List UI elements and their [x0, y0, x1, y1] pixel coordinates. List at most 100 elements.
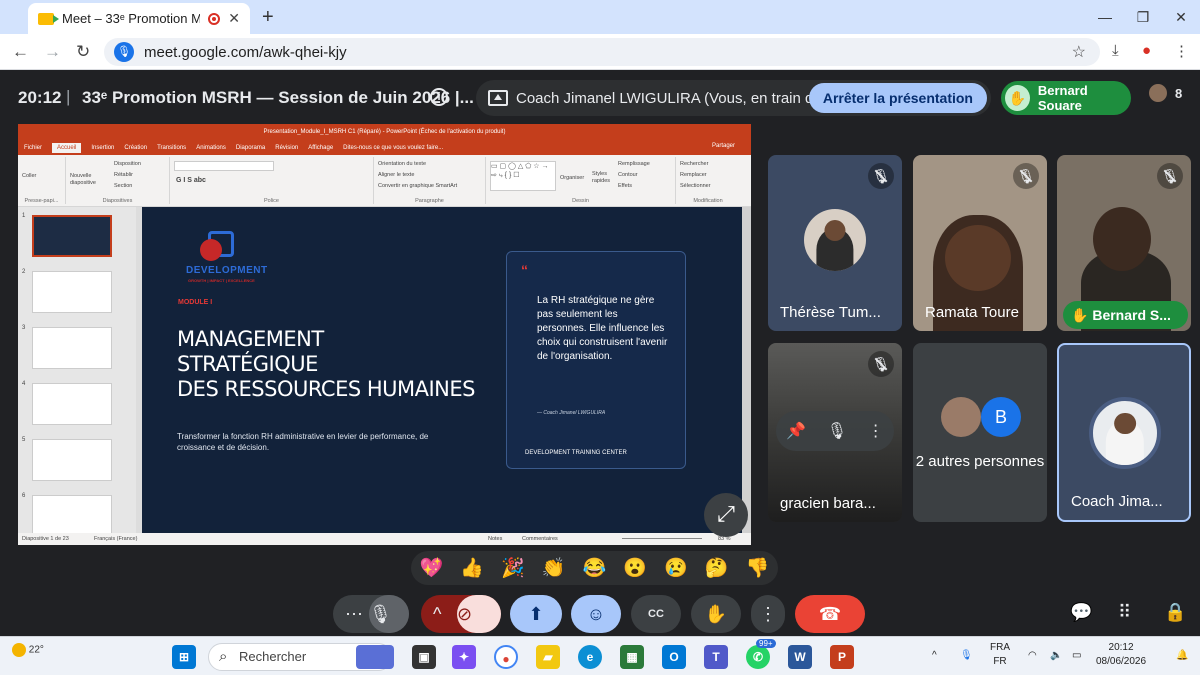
reset-button[interactable]: Rétablir: [114, 170, 141, 181]
new-slide-button[interactable]: Nouvelle diapositive: [70, 173, 108, 187]
text-direction-button[interactable]: Orientation du texte: [378, 159, 481, 170]
teams-icon[interactable]: T: [704, 645, 728, 669]
ppt-tab-affichage[interactable]: Affichage: [308, 145, 333, 151]
present-button[interactable]: ⬆: [510, 595, 562, 633]
participant-tile-gracien[interactable]: 🎙 📌 🎙 ⋮ gracien bara...: [768, 343, 902, 522]
outlook-icon[interactable]: O: [662, 645, 686, 669]
url-field[interactable]: 🎙 meet.google.com/awk-qhei-kjy ☆: [104, 38, 1100, 66]
language-status[interactable]: Français (France): [94, 533, 137, 545]
leave-call-button[interactable]: ☎: [795, 595, 865, 633]
back-icon[interactable]: ←: [12, 42, 29, 62]
notifications-icon[interactable]: 🔔: [1176, 649, 1188, 663]
weather-widget[interactable]: 22°: [12, 643, 44, 657]
font-family-select[interactable]: [174, 161, 274, 171]
participants-indicator[interactable]: 8: [1141, 82, 1182, 104]
chevron-up-icon[interactable]: ^: [932, 649, 937, 663]
slide-thumbnail-4[interactable]: [32, 383, 112, 425]
replace-button[interactable]: Remplacer: [680, 170, 736, 181]
zoom-slider[interactable]: [622, 538, 702, 539]
pin-icon[interactable]: 📌: [786, 421, 806, 441]
edge-icon[interactable]: e: [578, 645, 602, 669]
ppt-tell-me[interactable]: Dites-nous ce que vous voulez faire...: [343, 145, 443, 151]
comments-button[interactable]: Commentaires: [522, 533, 558, 545]
reaction-clap[interactable]: 👏: [542, 556, 566, 580]
reaction-thinking[interactable]: 🤔: [705, 556, 729, 580]
start-icon[interactable]: ⊞: [172, 645, 196, 669]
tab-close-icon[interactable]: ✕: [228, 10, 240, 27]
slide-thumbnail-6[interactable]: [32, 495, 112, 533]
slide-thumbnail-5[interactable]: [32, 439, 112, 481]
font-format-buttons[interactable]: G I S abc: [176, 177, 206, 184]
reaction-laugh[interactable]: 😂: [583, 556, 607, 580]
mute-participant-icon[interactable]: 🎙: [827, 421, 847, 441]
mic-toggle[interactable]: ⋯ 🎙: [333, 595, 409, 633]
chevron-up-icon[interactable]: ^: [433, 604, 441, 624]
profile-avatar[interactable]: ●: [1142, 42, 1151, 59]
ppt-tab-revision[interactable]: Révision: [275, 145, 298, 151]
expand-icon[interactable]: ⤢: [704, 493, 748, 537]
layout-button[interactable]: Disposition: [114, 159, 141, 170]
chrome-icon[interactable]: ●: [494, 645, 518, 669]
file-explorer-icon[interactable]: ▰: [536, 645, 560, 669]
camera-toggle[interactable]: ^ ⊘: [421, 595, 501, 633]
paste-button[interactable]: Coller: [18, 157, 65, 184]
reload-icon[interactable]: ↻: [76, 42, 90, 62]
new-tab-button[interactable]: +: [262, 6, 274, 29]
reaction-thumbs-up[interactable]: 👍: [460, 556, 484, 580]
participant-tile-ramata[interactable]: 🎙 Ramata Toure: [913, 155, 1047, 331]
reaction-thumbs-down[interactable]: 👎: [746, 556, 770, 580]
info-icon[interactable]: i: [430, 88, 448, 106]
reaction-party[interactable]: 🎉: [501, 556, 525, 580]
participant-tile-others[interactable]: B 2 autres personnes: [913, 343, 1047, 522]
volume-icon[interactable]: 🔈: [1050, 649, 1062, 663]
copilot-icon[interactable]: ✦: [452, 645, 476, 669]
battery-icon[interactable]: ▭: [1072, 649, 1081, 663]
powerpoint-icon[interactable]: P: [830, 645, 854, 669]
download-icon[interactable]: ⤓: [1112, 42, 1119, 59]
microphone-icon[interactable]: 🎙: [369, 595, 409, 633]
participant-tile-therese[interactable]: 🎙 Thérèse Tum...: [768, 155, 902, 331]
ppt-share-button[interactable]: Partager: [712, 143, 735, 149]
align-text-button[interactable]: Aligner le texte: [378, 170, 481, 181]
smartart-button[interactable]: Convertir en graphique SmartArt: [378, 181, 481, 192]
select-button[interactable]: Sélectionner: [680, 181, 736, 192]
ppt-tab-accueil[interactable]: Accueil: [52, 143, 82, 153]
minimize-button[interactable]: —: [1086, 9, 1124, 25]
ppt-tab-insertion[interactable]: Insertion: [91, 145, 114, 151]
emoji-button[interactable]: ☺: [571, 595, 621, 633]
ppt-tab-transitions[interactable]: Transitions: [157, 145, 186, 151]
captions-button[interactable]: CC: [631, 595, 681, 633]
effects-button[interactable]: Effets: [618, 181, 650, 192]
reaction-surprised[interactable]: 😮: [623, 556, 647, 580]
camera-off-icon[interactable]: ⊘: [457, 595, 501, 633]
mic-in-use-icon[interactable]: 🎙: [960, 649, 973, 663]
more-audio-icon[interactable]: ⋯: [345, 604, 363, 624]
bookmark-star-icon[interactable]: ☆: [1072, 42, 1086, 62]
wifi-icon[interactable]: ◠: [1028, 649, 1037, 663]
close-window-button[interactable]: ✕: [1162, 9, 1200, 26]
word-icon[interactable]: W: [788, 645, 812, 669]
ppt-tab-creation[interactable]: Création: [124, 145, 147, 151]
find-button[interactable]: Rechercher: [680, 159, 736, 170]
slide-thumbnail-1[interactable]: [32, 215, 112, 257]
store-icon[interactable]: ▦: [620, 645, 644, 669]
participant-tile-coach[interactable]: Coach Jima...: [1057, 343, 1191, 522]
reaction-heart[interactable]: 💖: [420, 556, 444, 580]
quick-styles-button[interactable]: Styles rapides: [592, 171, 612, 185]
reaction-sad[interactable]: 😢: [664, 556, 688, 580]
current-slide[interactable]: DEVELOPMENT GROWTH | IMPACT | EXCELLENCE…: [142, 207, 742, 533]
activities-icon[interactable]: ⠿: [1118, 602, 1131, 623]
ppt-tab-fichier[interactable]: Fichier: [24, 145, 42, 151]
mic-permission-icon[interactable]: 🎙: [114, 42, 134, 62]
whatsapp-icon[interactable]: ✆: [746, 645, 770, 669]
system-clock[interactable]: 20:12 08/06/2026: [1096, 641, 1146, 669]
arrange-button[interactable]: Organiser: [560, 175, 584, 181]
chat-icon[interactable]: 💬: [1070, 602, 1092, 623]
more-options-button[interactable]: ⋮: [751, 595, 785, 633]
task-view-icon[interactable]: ▣: [412, 645, 436, 669]
ppt-tab-diaporama[interactable]: Diaporama: [236, 145, 265, 151]
slide-thumbnail-2[interactable]: [32, 271, 112, 313]
fill-button[interactable]: Remplissage: [618, 159, 650, 170]
slide-thumbnail-3[interactable]: [32, 327, 112, 369]
raise-hand-button[interactable]: ✋: [691, 595, 741, 633]
